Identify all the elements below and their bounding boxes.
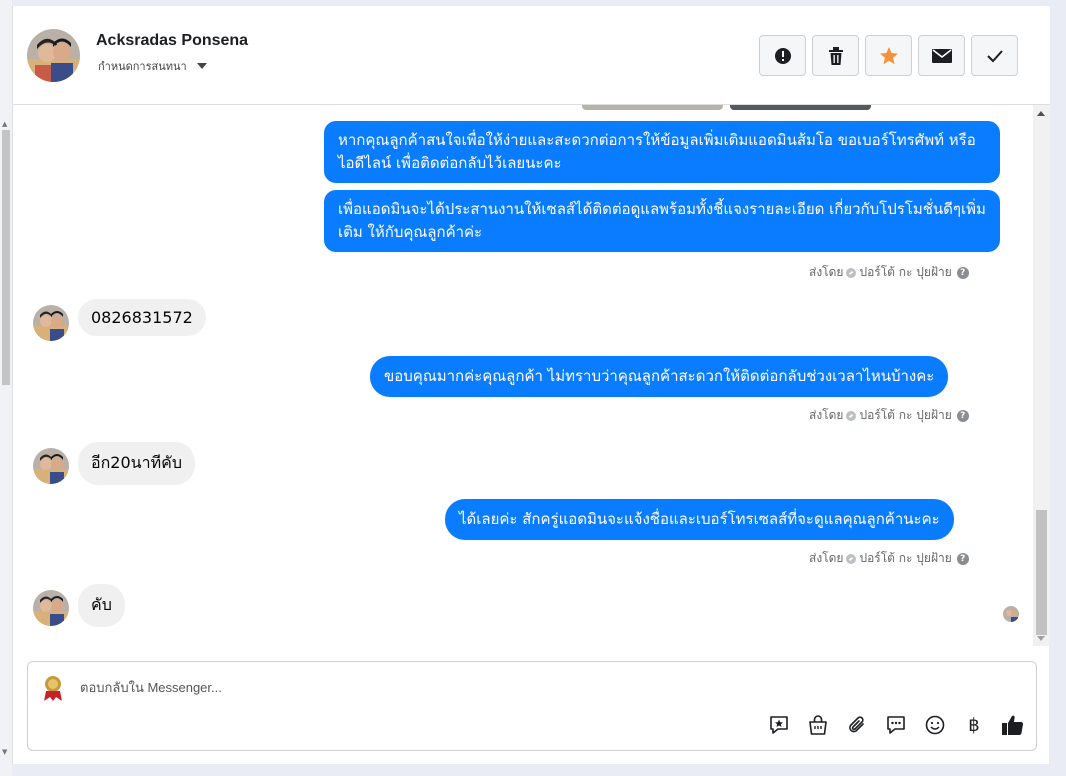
message-bubble-outgoing[interactable]: หากคุณลูกค้าสนใจเพื่อให้ง่ายและสะดวกต่อก…: [324, 121, 1000, 183]
message-bubble-incoming[interactable]: อีก20นาทีคับ: [78, 442, 195, 485]
shopping-bag-icon: [809, 715, 827, 735]
baht-icon: ฿: [968, 714, 980, 736]
like-button[interactable]: [1000, 712, 1026, 738]
delete-button[interactable]: [812, 35, 859, 76]
schedule-label: กำหนดการสนทนา: [98, 61, 187, 73]
reply-composer: ฿: [27, 661, 1037, 751]
contact-avatar[interactable]: [27, 29, 80, 82]
customer-avatar[interactable]: [33, 305, 69, 341]
star-icon: [879, 46, 898, 64]
alert-icon: [774, 47, 791, 64]
message-bubble-outgoing[interactable]: ขอบคุณมากค่ะคุณลูกค้า ไม่ทราบว่าคุณลูกค้…: [370, 356, 949, 397]
left-scroll-thumb[interactable]: [2, 130, 10, 385]
caret-down-icon: [196, 63, 207, 69]
verified-icon: [846, 553, 857, 564]
message-bubble-outgoing[interactable]: ได้เลยค่ะ สักครู่แอดมินจะแจ้งชื่อและเบอร…: [445, 499, 954, 540]
sender-name: ปอร์โต้ กะ ปุยฝ้าย: [859, 265, 952, 279]
envelope-icon: [931, 48, 952, 63]
mark-unread-button[interactable]: [918, 35, 965, 76]
check-icon: [986, 49, 1003, 62]
conversation-header: Acksradas Ponsena กำหนดการสนทนา: [13, 6, 1050, 105]
sender-name: ปอร์โต้ กะ ปุยฝ้าย: [859, 551, 952, 565]
sent-by-label: ส่งโดย: [809, 265, 844, 279]
quick-reply-button[interactable]: [883, 712, 909, 738]
message-bubble-incoming[interactable]: คับ: [78, 584, 125, 627]
sent-by-label: ส่งโดย: [809, 551, 844, 565]
scroll-up-icon[interactable]: [1037, 111, 1045, 116]
left-scrollbar[interactable]: ▲ ▼: [0, 0, 12, 776]
customer-avatar[interactable]: [33, 448, 69, 484]
sent-by-info: ส่งโดย ปอร์โต้ กะ ปุยฝ้าย ?: [809, 549, 969, 568]
star-button[interactable]: [865, 35, 912, 76]
composer-toolbar: ฿: [766, 712, 1026, 738]
report-button[interactable]: [759, 35, 806, 76]
page-avatar: [37, 671, 69, 703]
conversation-panel: Acksradas Ponsena กำหนดการสนทนา หากคุณลู…: [12, 6, 1050, 764]
smiley-icon: [925, 715, 945, 735]
paperclip-icon: [849, 716, 864, 733]
emoji-button[interactable]: [922, 712, 948, 738]
customer-avatar[interactable]: [33, 590, 69, 626]
left-scroll-up-icon[interactable]: ▲: [2, 120, 7, 128]
help-icon[interactable]: ?: [956, 552, 969, 565]
verified-icon: [846, 410, 857, 421]
saved-reply-icon: [770, 716, 788, 734]
conversation-actions: [759, 35, 1018, 76]
sent-by-info: ส่งโดย ปอร์โต้ กะ ปุยฝ้าย ?: [809, 263, 969, 282]
scroll-down-icon[interactable]: [1037, 636, 1045, 641]
verified-icon: [846, 267, 857, 278]
saved-reply-button[interactable]: [766, 712, 792, 738]
message-bubble-outgoing[interactable]: เพื่อแอดมินจะได้ประสานงานให้เซลส์ได้ติดต…: [324, 190, 1000, 252]
sent-by-info: ส่งโดย ปอร์โต้ กะ ปุยฝ้าย ?: [809, 406, 969, 425]
message-list-scroll-thumb[interactable]: [1036, 510, 1047, 635]
chat-bubble-icon: [887, 716, 905, 734]
help-icon[interactable]: ?: [956, 409, 969, 422]
reply-input[interactable]: [80, 676, 980, 698]
shop-button[interactable]: [805, 712, 831, 738]
trash-icon: [828, 46, 843, 65]
attach-button[interactable]: [844, 712, 870, 738]
sent-by-label: ส่งโดย: [809, 408, 844, 422]
conversation-schedule-dropdown[interactable]: กำหนดการสนทนา: [98, 57, 207, 75]
sender-name: ปอร์โต้ กะ ปุยฝ้าย: [859, 408, 952, 422]
help-icon[interactable]: ?: [956, 266, 969, 279]
contact-name[interactable]: Acksradas Ponsena: [96, 32, 248, 50]
message-bubble-incoming[interactable]: 0826831572: [78, 299, 206, 336]
message-list-scrollbar[interactable]: [1033, 105, 1050, 646]
image-attachment-thumb[interactable]: [582, 105, 723, 110]
seen-indicator-avatar: [1003, 606, 1019, 622]
payment-button[interactable]: ฿: [961, 712, 987, 738]
thumbs-up-icon: [1002, 715, 1024, 736]
message-list[interactable]: หากคุณลูกค้าสนใจเพื่อให้ง่ายและสะดวกต่อก…: [13, 105, 1050, 646]
image-attachment-thumb[interactable]: [730, 105, 871, 110]
mark-done-button[interactable]: [971, 35, 1018, 76]
left-scroll-down-icon[interactable]: ▼: [2, 748, 7, 756]
